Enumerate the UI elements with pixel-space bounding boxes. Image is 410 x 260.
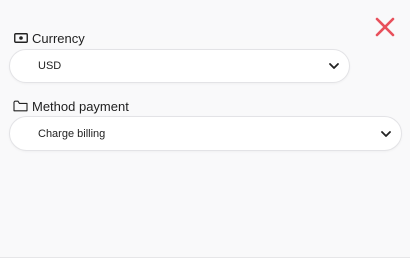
currency-select[interactable]: USD: [9, 49, 350, 83]
currency-selected-value: USD: [38, 60, 62, 72]
payment-settings-panel: Currency USD Method payment Charge billi…: [0, 0, 410, 258]
method-payment-selected-value: Charge billing: [38, 127, 106, 140]
chevron-down-icon: [380, 130, 392, 138]
currency-label-text: Currency: [32, 30, 85, 46]
method-payment-label-text: Method payment: [32, 98, 129, 114]
close-button[interactable]: [374, 16, 396, 38]
method-payment-select[interactable]: Charge billing: [9, 116, 402, 151]
folder-icon: [13, 100, 28, 112]
chevron-down-icon: [328, 62, 340, 70]
currency-label: Currency: [14, 30, 85, 46]
method-payment-label: Method payment: [13, 98, 129, 114]
banknote-icon: [14, 33, 28, 43]
close-icon: [375, 17, 395, 37]
